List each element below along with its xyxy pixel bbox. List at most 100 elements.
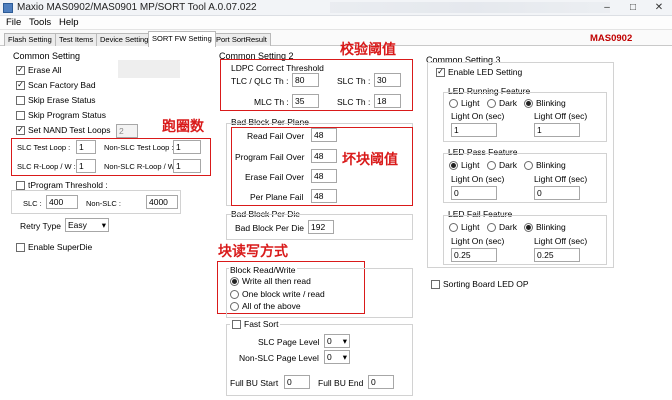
non-slc-page-level-select[interactable]: 0 ▾ [324, 350, 350, 364]
erase-all-option[interactable]: ✓ Erase All [16, 65, 62, 75]
running-blinking-radio[interactable] [524, 98, 533, 108]
retry-type-value: Easy [68, 220, 87, 230]
running-light-off-input[interactable]: 1 [534, 123, 580, 137]
tab-flash-setting[interactable]: Flash Setting [4, 33, 56, 46]
pass-light-on-label: Light On (sec) [451, 174, 505, 184]
running-light-label: Light [461, 98, 480, 108]
fail-dark-option[interactable]: Dark [487, 222, 517, 232]
erase-fail-over-input[interactable]: 48 [311, 169, 337, 183]
skip-erase-status-checkbox[interactable] [16, 95, 25, 105]
mlc-th-label: MLC Th : [254, 97, 289, 107]
enable-superdie-checkbox[interactable] [16, 242, 25, 252]
slc-page-level-value: 0 [327, 336, 332, 346]
slc-th-input[interactable]: 30 [374, 73, 401, 87]
enable-led-option[interactable]: ✓ Enable LED Setting [434, 67, 525, 77]
tlc-qlc-th-input[interactable]: 80 [292, 73, 319, 87]
tab-sort-fw-setting[interactable]: SORT FW Setting [148, 31, 216, 47]
retry-type-select[interactable]: Easy ▾ [65, 218, 109, 232]
tab-test-items[interactable]: Test Items [55, 33, 98, 46]
slc-test-loop-input[interactable]: 1 [76, 140, 96, 154]
pass-dark-radio[interactable] [487, 160, 496, 170]
all-of-the-above-option[interactable]: All of the above [230, 301, 301, 311]
tab-device-setting[interactable]: Device Setting [96, 33, 153, 46]
fast-sort-label: Fast Sort [244, 319, 279, 329]
slc-th2-input[interactable]: 18 [374, 94, 401, 108]
slc-threshold-label: SLC : [23, 199, 42, 208]
one-block-write-read-radio[interactable] [230, 289, 239, 299]
one-block-write-read-option[interactable]: One block write / read [230, 289, 325, 299]
read-fail-over-input[interactable]: 48 [311, 128, 337, 142]
running-dark-radio[interactable] [487, 98, 496, 108]
pass-dark-option[interactable]: Dark [487, 160, 517, 170]
pass-light-radio[interactable] [449, 160, 458, 170]
erase-all-checkbox[interactable]: ✓ [16, 65, 25, 75]
non-slc-r-loop-input[interactable]: 1 [173, 159, 201, 173]
full-bu-start-label: Full BU Start [230, 378, 279, 388]
all-of-the-above-radio[interactable] [230, 301, 239, 311]
per-plane-fail-label: Per Plane Fail [250, 192, 304, 202]
running-light-on-label: Light On (sec) [451, 111, 505, 121]
fail-light-radio[interactable] [449, 222, 458, 232]
running-light-on-input[interactable]: 1 [451, 123, 497, 137]
skip-program-status-option[interactable]: Skip Program Status [16, 110, 106, 120]
menu-file[interactable]: File [6, 17, 21, 28]
menu-help[interactable]: Help [59, 17, 79, 28]
nand-test-loops-input[interactable]: 2 [116, 124, 138, 138]
non-slc-threshold-input[interactable]: 4000 [146, 195, 178, 209]
annotation-rw-mode: 块读写方式 [218, 243, 288, 259]
slc-page-level-label: SLC Page Level [258, 337, 320, 347]
maximize-button[interactable]: □ [620, 0, 646, 15]
sorting-board-led-option[interactable]: Sorting Board LED OP [431, 279, 529, 289]
slc-threshold-input[interactable]: 400 [46, 195, 78, 209]
pass-blinking-radio[interactable] [524, 160, 533, 170]
enable-superdie-option[interactable]: Enable SuperDie [16, 242, 92, 252]
skip-erase-status-option[interactable]: Skip Erase Status [16, 95, 96, 105]
sorting-board-led-checkbox[interactable] [431, 279, 440, 289]
fail-light-off-label: Light Off (sec) [534, 236, 588, 246]
program-fail-over-input[interactable]: 48 [311, 149, 337, 163]
running-dark-option[interactable]: Dark [487, 98, 517, 108]
bad-block-die-label: Bad Block Per Die [235, 223, 304, 233]
running-light-radio[interactable] [449, 98, 458, 108]
fail-light-option[interactable]: Light [449, 222, 479, 232]
fail-blinking-radio[interactable] [524, 222, 533, 232]
pass-light-option[interactable]: Light [449, 160, 479, 170]
block-rw-title: Block Read/Write [229, 265, 297, 275]
write-all-then-read-radio[interactable] [230, 276, 239, 286]
slc-th-label: SLC Th : [337, 76, 371, 86]
fail-light-off-input[interactable]: 0.25 [534, 248, 580, 262]
pass-light-on-input[interactable]: 0 [451, 186, 497, 200]
enable-led-checkbox[interactable]: ✓ [436, 67, 445, 77]
fail-light-on-input[interactable]: 0.25 [451, 248, 497, 262]
scan-factory-bad-checkbox[interactable]: ✓ [16, 80, 25, 90]
per-plane-fail-input[interactable]: 48 [311, 189, 337, 203]
tab-port-sortresult[interactable]: Port SortResult [212, 33, 271, 46]
minimize-button[interactable]: – [594, 0, 620, 15]
menu-tools[interactable]: Tools [29, 17, 51, 28]
tprogram-threshold-option[interactable]: tProgram Threshold : [16, 180, 108, 190]
write-all-then-read-option[interactable]: Write all then read [230, 276, 311, 286]
running-blinking-option[interactable]: Blinking [524, 98, 566, 108]
bad-block-die-input[interactable]: 192 [308, 220, 334, 234]
annotation-bad-block-threshold: 坏块阈值 [342, 151, 398, 167]
non-slc-test-loop-input[interactable]: 1 [173, 140, 201, 154]
fast-sort-checkbox[interactable] [232, 319, 241, 329]
set-nand-test-loops-option[interactable]: ✓ Set NAND Test Loops [16, 125, 111, 135]
skip-program-status-checkbox[interactable] [16, 110, 25, 120]
set-nand-test-loops-checkbox[interactable]: ✓ [16, 125, 25, 135]
fail-dark-radio[interactable] [487, 222, 496, 232]
full-bu-start-input[interactable]: 0 [284, 375, 310, 389]
tprogram-threshold-checkbox[interactable] [16, 180, 25, 190]
slc-r-loop-input[interactable]: 1 [76, 159, 96, 173]
full-bu-end-input[interactable]: 0 [368, 375, 394, 389]
mlc-th-input[interactable]: 35 [292, 94, 319, 108]
fail-blinking-option[interactable]: Blinking [524, 222, 566, 232]
pass-blinking-option[interactable]: Blinking [524, 160, 566, 170]
running-light-option[interactable]: Light [449, 98, 479, 108]
close-button[interactable]: ✕ [646, 0, 672, 15]
pass-light-off-input[interactable]: 0 [534, 186, 580, 200]
slc-page-level-select[interactable]: 0 ▾ [324, 334, 350, 348]
scan-factory-bad-option[interactable]: ✓ Scan Factory Bad [16, 80, 96, 90]
fast-sort-option[interactable]: Fast Sort [230, 319, 281, 329]
common-setting-title: Common Setting [13, 51, 81, 61]
